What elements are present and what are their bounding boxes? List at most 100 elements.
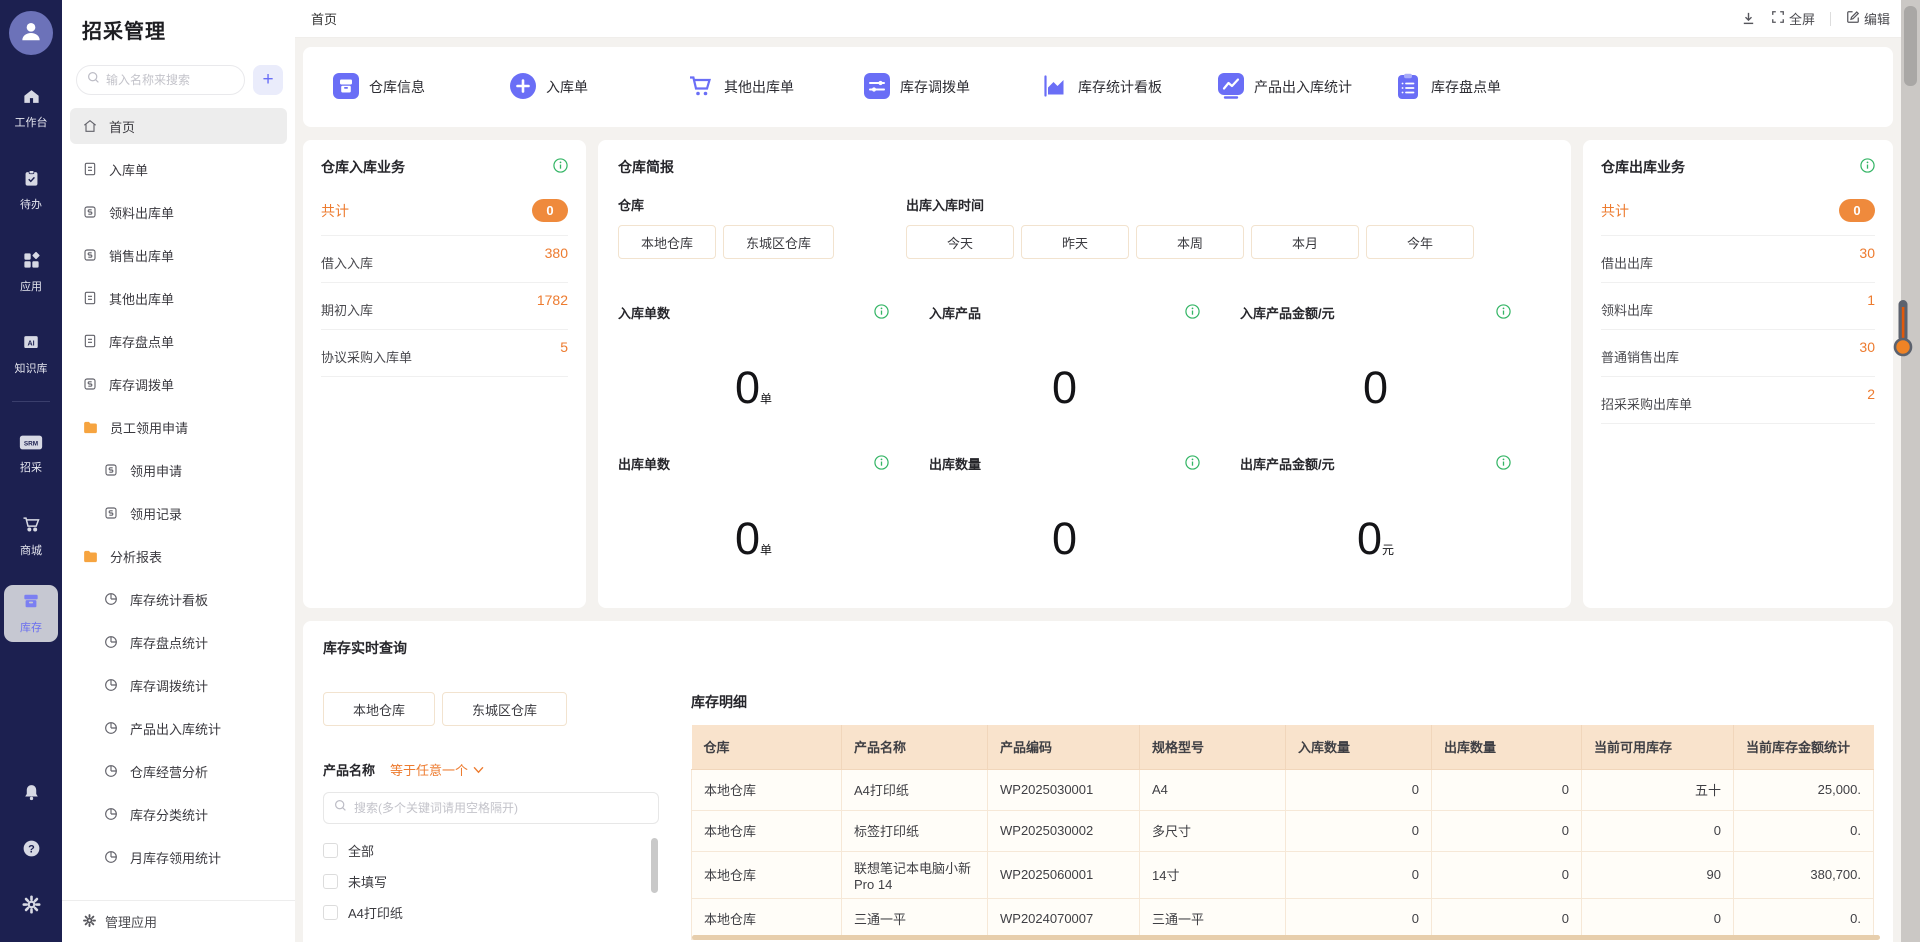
checkbox[interactable] [323,905,338,920]
info-icon[interactable] [1496,455,1511,473]
quicklink-inbound-order[interactable]: 入库单 [510,73,687,102]
sidebar-item-material-outbound[interactable]: 领料出库单 [70,194,287,230]
chevron-down-icon [473,762,484,777]
bell-icon[interactable] [21,782,42,808]
avatar[interactable] [9,11,53,55]
sidebar-item-monthly-requisition-stats[interactable]: 月库存领用统计 [70,839,287,875]
scrollbar-thumb[interactable] [1904,6,1917,86]
quicklink-transfer-order[interactable]: 库存调拨单 [864,73,1041,102]
quicklink-label: 仓库信息 [369,77,425,97]
manage-app-button[interactable]: 管理应用 [62,900,295,942]
rail-item-mall[interactable]: 商城 [4,508,58,565]
sidebar-item-stocktake-order[interactable]: 库存盘点单 [70,323,287,359]
option-a4-paper[interactable]: A4打印纸 [323,897,645,928]
time-button-yesterday[interactable]: 昨天 [1021,225,1129,259]
col-inbound-qty[interactable]: 入库数量 [1286,725,1432,769]
quicklink-stocktake-order[interactable]: 库存盘点单 [1395,73,1572,102]
sidebar-item-transfer-stats[interactable]: 库存调拨统计 [70,667,287,703]
edit-button[interactable]: 编辑 [1846,9,1890,28]
info-icon[interactable] [1860,158,1875,176]
form-icon [82,204,98,220]
info-icon[interactable] [553,158,568,176]
col-product-name[interactable]: 产品名称 [842,725,988,769]
sidebar-folder-analysis-reports[interactable]: 分析报表 [70,538,287,574]
add-button[interactable]: + [253,65,283,95]
sidebar-item-other-outbound[interactable]: 其他出库单 [70,280,287,316]
quicklink-stock-dashboard[interactable]: 库存统计看板 [1041,73,1218,102]
col-spec-model[interactable]: 规格型号 [1140,725,1286,769]
biz-row[interactable]: 招采采购出库单 2 [1601,377,1875,424]
download-button[interactable] [1741,11,1756,26]
query-warehouse-dongcheng[interactable]: 东城区仓库 [442,692,567,726]
warehouse-button-dongcheng[interactable]: 东城区仓库 [723,225,834,259]
biz-row[interactable]: 借入入库 380 [321,236,568,283]
col-product-code[interactable]: 产品编码 [988,725,1140,769]
option-all[interactable]: 全部 [323,835,645,866]
sidebar-search[interactable] [76,65,245,95]
sidebar-item-stocktake-stats[interactable]: 库存盘点统计 [70,624,287,660]
sidebar-item-sales-outbound[interactable]: 销售出库单 [70,237,287,273]
sidebar-item-inbound-order[interactable]: 入库单 [70,151,287,187]
fullscreen-label: 全屏 [1789,9,1815,28]
sidebar-item-label: 库存分类统计 [130,805,208,824]
sidebar-folder-employee-requisition[interactable]: 员工领用申请 [70,409,287,445]
checkbox[interactable] [323,874,338,889]
info-icon[interactable] [874,455,889,473]
table-row[interactable]: 本地仓库 联想笔记本电脑小新Pro 14 WP2025060001 14寸 0 … [692,851,1874,898]
time-button-today[interactable]: 今天 [906,225,1014,259]
col-available-stock[interactable]: 当前可用库存 [1582,725,1734,769]
info-icon[interactable] [1496,304,1511,322]
sidebar-item-product-io-stats[interactable]: 产品出入库统计 [70,710,287,746]
sidebar-item-requisition-apply[interactable]: 领用申请 [70,452,287,488]
col-stock-amount[interactable]: 当前库存金额统计 [1734,725,1874,769]
rail-item-knowledge[interactable]: AI 知识库 [4,327,58,383]
help-icon[interactable]: ? [21,838,42,864]
time-button-year[interactable]: 今年 [1366,225,1474,259]
warehouse-button-local[interactable]: 本地仓库 [618,225,716,259]
list-scrollbar[interactable] [651,838,658,893]
biz-row[interactable]: 协议采购入库单 5 [321,330,568,377]
sidebar: 招采管理 + 首页 入库单 领料出库单 销售出库单 [62,0,295,942]
rail-item-apps[interactable]: 应用 [4,245,58,301]
sidebar-item-stock-dashboard[interactable]: 库存统计看板 [70,581,287,617]
biz-row[interactable]: 期初入库 1782 [321,283,568,330]
product-search-box[interactable] [323,792,659,824]
info-icon[interactable] [874,304,889,322]
checkbox[interactable] [323,843,338,858]
info-icon[interactable] [1185,304,1200,322]
biz-row[interactable]: 普通销售出库 30 [1601,330,1875,377]
table-horizontal-scrollbar[interactable] [692,935,1880,940]
time-button-month[interactable]: 本月 [1251,225,1359,259]
filter-operator-dropdown[interactable]: 等于任意一个 [390,760,484,779]
rail-item-todo[interactable]: 待办 [4,163,58,219]
sidebar-item-warehouse-analysis[interactable]: 仓库经营分析 [70,753,287,789]
col-warehouse[interactable]: 仓库 [692,725,842,769]
rail-item-inventory[interactable]: 库存 [4,585,58,642]
thermometer-widget[interactable] [1889,298,1916,363]
info-icon[interactable] [1185,455,1200,473]
page-scrollbar[interactable] [1901,0,1920,942]
sidebar-search-input[interactable] [106,73,234,87]
rail-item-srm[interactable]: SRM 招采 [4,428,58,482]
table-row[interactable]: 本地仓库 标签打印纸 WP2025030002 多尺寸 0 0 0 0. [692,810,1874,851]
fullscreen-button[interactable]: 全屏 [1771,9,1815,28]
quicklink-warehouse-info[interactable]: 仓库信息 [333,73,510,102]
sidebar-item-label: 领用记录 [130,504,182,523]
query-warehouse-local[interactable]: 本地仓库 [323,692,435,726]
sidebar-item-home[interactable]: 首页 [70,108,287,144]
biz-row[interactable]: 借出出库 30 [1601,236,1875,283]
rail-item-workbench[interactable]: 工作台 [4,81,58,137]
table-row[interactable]: 本地仓库 三通一平 WP2024070007 三通一平 0 0 0 0. [692,898,1874,939]
product-search-input[interactable] [354,801,648,815]
quicklink-product-io-stats[interactable]: 产品出入库统计 [1218,73,1395,102]
sidebar-item-transfer-order[interactable]: 库存调拨单 [70,366,287,402]
sidebar-item-stock-category-stats[interactable]: 库存分类统计 [70,796,287,832]
settings-icon[interactable] [21,894,42,920]
time-button-week[interactable]: 本周 [1136,225,1244,259]
col-outbound-qty[interactable]: 出库数量 [1432,725,1582,769]
option-unfilled[interactable]: 未填写 [323,866,645,897]
quicklink-other-outbound[interactable]: 其他出库单 [687,73,864,102]
table-row[interactable]: 本地仓库 A4打印纸 WP2025030001 A4 0 0 五十 25,000… [692,769,1874,810]
biz-row[interactable]: 领料出库 1 [1601,283,1875,330]
sidebar-item-requisition-record[interactable]: 领用记录 [70,495,287,531]
